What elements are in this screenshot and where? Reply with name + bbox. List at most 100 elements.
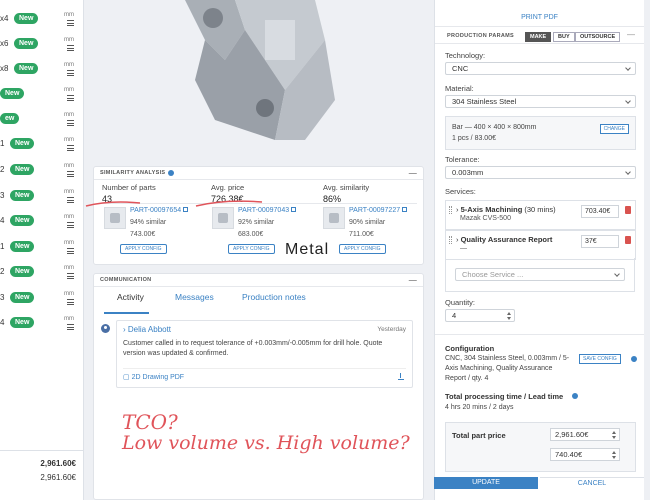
quantity-text: 2: [0, 165, 5, 174]
part-thumbnail[interactable]: [212, 207, 234, 229]
list-icon[interactable]: [67, 222, 74, 228]
buy-toggle[interactable]: BUY: [553, 32, 575, 42]
new-badge: New: [10, 190, 35, 201]
new-badge: New: [14, 13, 39, 24]
info-icon[interactable]: [168, 169, 175, 176]
configuration-text: CNC, 304 Stainless Steel, 0.003mm / 5-Ax…: [445, 355, 570, 382]
part-link[interactable]: PART-00097227: [349, 207, 408, 214]
message-time: Yesterday: [377, 326, 406, 333]
quantity-text: 3: [0, 293, 5, 302]
production-panel: PRINT PDF PRODUCTION PARAMS MAKE BUY OUT…: [434, 0, 644, 500]
list-item[interactable]: 2 New mm: [0, 163, 84, 178]
new-badge: New: [14, 38, 39, 49]
service-name[interactable]: › Quality Assurance Report: [456, 235, 552, 244]
annotation-metal: Metal: [285, 241, 330, 258]
quantity-text: 1: [0, 139, 5, 148]
service-price-input[interactable]: 703.40€: [581, 205, 619, 218]
unit-text: mm: [64, 189, 74, 195]
list-icon[interactable]: [67, 95, 74, 101]
list-item[interactable]: 1 New mm: [0, 240, 84, 255]
unit-text: mm: [64, 214, 74, 220]
external-link-icon: [291, 207, 297, 212]
collapse-icon[interactable]: —: [627, 30, 635, 39]
list-item[interactable]: x8 New mm: [0, 62, 84, 77]
new-badge: New: [10, 241, 35, 252]
stepper-arrows-icon[interactable]: [507, 312, 511, 320]
list-item[interactable]: 4 New mm: [0, 214, 84, 229]
tab-messages[interactable]: Messages: [175, 292, 214, 302]
list-icon[interactable]: [67, 248, 74, 254]
external-link-icon: [183, 207, 189, 212]
list-icon[interactable]: [67, 70, 74, 76]
total-price-input[interactable]: 2,961.60€: [550, 428, 620, 441]
quantity-label: Quantity:: [445, 298, 476, 307]
info-icon[interactable]: [631, 356, 637, 362]
trash-icon[interactable]: [625, 236, 631, 244]
message-author[interactable]: › Delia Abbott: [123, 325, 171, 334]
new-badge: New: [10, 138, 35, 149]
drag-handle-icon[interactable]: [449, 236, 452, 244]
list-icon[interactable]: [67, 120, 74, 126]
download-icon[interactable]: [398, 373, 404, 380]
quantity-text: x8: [0, 64, 9, 73]
total-price-box: Total part price 2,961.60€ 740.40€: [445, 422, 636, 472]
list-item[interactable]: ew mm: [0, 112, 84, 127]
part-thumbnail[interactable]: [323, 207, 345, 229]
part-link[interactable]: PART-00097043: [238, 207, 297, 214]
part-3d-preview[interactable]: [165, 0, 355, 150]
cancel-button[interactable]: CANCEL: [540, 477, 644, 489]
service-name[interactable]: › 5-Axis Machining (30 mins): [456, 205, 556, 214]
apply-config-button[interactable]: APPLY CONFIG: [120, 244, 167, 254]
list-icon[interactable]: [67, 273, 74, 279]
list-item[interactable]: 1 New mm: [0, 137, 84, 152]
print-pdf-link[interactable]: PRINT PDF: [435, 14, 644, 21]
unit-text: mm: [64, 240, 74, 246]
part-thumbnail[interactable]: [104, 207, 126, 229]
part-link[interactable]: PART-00097654: [130, 207, 189, 214]
list-item[interactable]: 4 New mm: [0, 316, 84, 331]
quantity-stepper[interactable]: 4: [445, 309, 515, 322]
trash-icon[interactable]: [625, 206, 631, 214]
new-badge: New: [14, 63, 39, 74]
stock-info-box: Bar — 400 × 400 × 800mm 1 pcs / 83.00€ C…: [445, 116, 636, 150]
list-item[interactable]: 3 New mm: [0, 189, 84, 204]
tab-activity[interactable]: Activity: [117, 292, 144, 302]
service-price-input[interactable]: 37€: [581, 235, 619, 248]
list-item[interactable]: x4 New mm: [0, 12, 84, 27]
attachment-link[interactable]: ▢ 2D Drawing PDF: [123, 373, 184, 381]
tolerance-select[interactable]: 0.003mm: [445, 166, 636, 179]
list-item[interactable]: x6 New mm: [0, 37, 84, 52]
outsource-toggle[interactable]: OUTSOURCE: [575, 32, 621, 42]
unit-price-input[interactable]: 740.40€: [550, 448, 620, 461]
list-icon[interactable]: [67, 45, 74, 51]
stepper-arrows-icon[interactable]: [612, 451, 616, 459]
list-icon[interactable]: [67, 171, 74, 177]
external-link-icon: [402, 207, 408, 212]
change-button[interactable]: CHANGE: [599, 124, 629, 134]
stepper-arrows-icon[interactable]: [612, 431, 616, 439]
apply-config-button[interactable]: APPLY CONFIG: [339, 244, 386, 254]
list-icon[interactable]: [67, 145, 74, 151]
tab-production-notes[interactable]: Production notes: [242, 292, 306, 302]
technology-select[interactable]: CNC: [445, 62, 636, 75]
apply-config-button[interactable]: APPLY CONFIG: [228, 244, 275, 254]
list-icon[interactable]: [67, 20, 74, 26]
similar-part-item: PART-00097654 94% similar 743.00€ APPLY …: [104, 207, 204, 261]
list-item[interactable]: 2 New mm: [0, 265, 84, 280]
collapse-icon[interactable]: —: [409, 167, 417, 180]
total-price: 2,961.60€: [40, 473, 76, 482]
list-icon[interactable]: [67, 299, 74, 305]
make-toggle[interactable]: MAKE: [525, 32, 552, 42]
info-icon[interactable]: [572, 393, 578, 399]
save-config-button[interactable]: SAVE CONFIG: [579, 354, 621, 364]
material-select[interactable]: 304 Stainless Steel: [445, 95, 636, 108]
list-item[interactable]: 3 New mm: [0, 291, 84, 306]
unit-text: mm: [64, 163, 74, 169]
list-icon[interactable]: [67, 197, 74, 203]
update-button[interactable]: UPDATE: [434, 477, 538, 489]
list-item[interactable]: New mm: [0, 87, 84, 102]
drag-handle-icon[interactable]: [449, 206, 452, 214]
list-icon[interactable]: [67, 324, 74, 330]
tolerance-label: Tolerance:: [445, 155, 480, 164]
collapse-icon[interactable]: —: [409, 274, 417, 287]
